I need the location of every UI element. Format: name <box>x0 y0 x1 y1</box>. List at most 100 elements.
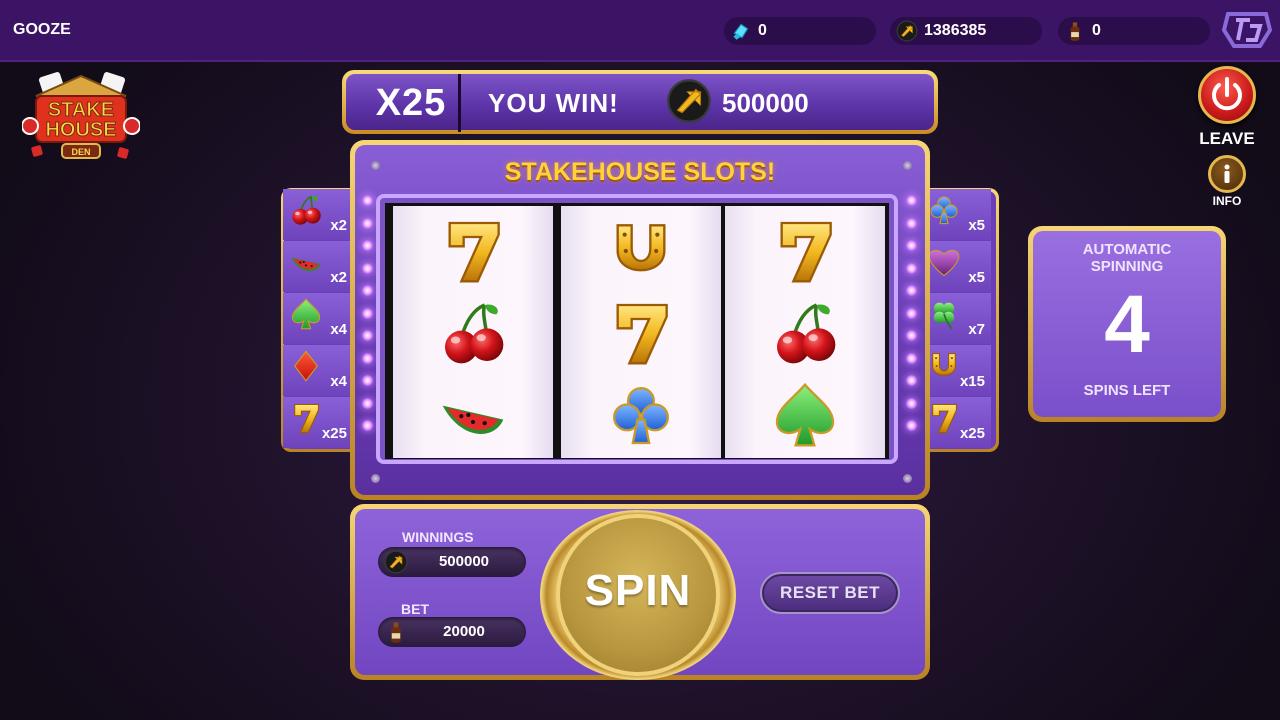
paytable-multiplier: x25 <box>959 425 985 442</box>
seven-icon <box>767 216 843 286</box>
light-bulb <box>906 217 917 229</box>
light-bulb <box>362 307 373 319</box>
paytable-row: x4 <box>283 293 353 344</box>
coin-icon <box>896 20 918 42</box>
diamond-icon <box>289 349 323 383</box>
paytable-row: x25 <box>283 397 353 448</box>
paytable-row: x7 <box>921 293 991 344</box>
coins-balance: 1386385 <box>890 17 1042 45</box>
cherry-icon <box>767 298 843 368</box>
spade-icon <box>767 380 843 450</box>
paytable-multiplier: x4 <box>330 373 347 390</box>
username: GOOZE <box>13 21 71 38</box>
gems-balance: 0 <box>724 17 876 45</box>
info-button[interactable] <box>1208 155 1246 193</box>
auto-title-line1: AUTOMATIC <box>1082 241 1172 258</box>
paytable-multiplier: x15 <box>959 373 985 390</box>
stakehouse-den-logo: STAKE HOUSE DEN <box>22 72 140 159</box>
cherry-icon <box>435 298 511 368</box>
light-bulb <box>906 420 917 431</box>
leave-button[interactable] <box>1198 66 1256 124</box>
club-icon <box>603 380 679 450</box>
seven-icon <box>435 216 511 286</box>
rivet <box>371 161 380 170</box>
light-bulb <box>906 352 917 364</box>
horseshoe-icon <box>927 349 961 383</box>
light-bulb <box>906 240 917 251</box>
paytable-row: x25 <box>921 397 991 448</box>
light-bulb <box>362 195 373 206</box>
slots-title: STAKEHOUSE SLOTS! <box>504 158 776 186</box>
light-bulb <box>362 375 373 386</box>
bet-value: 20000 <box>443 623 485 640</box>
paytable-row: x5 <box>921 241 991 292</box>
reel-3 <box>725 206 885 458</box>
heart-icon <box>927 245 961 279</box>
paytable-multiplier: x5 <box>968 269 985 286</box>
reset-bet-button[interactable]: RESET BET <box>760 572 900 614</box>
paytable-row: x2 <box>283 241 353 292</box>
light-bulb <box>362 397 373 409</box>
win-amount: 500000 <box>722 88 809 118</box>
info-icon <box>1224 164 1230 183</box>
leave-label[interactable]: LEAVE <box>1196 129 1258 149</box>
paytable-multiplier: x2 <box>330 217 347 234</box>
watermelon-icon <box>435 380 511 450</box>
paytable-left: x2 x2 x4 x4 x25 <box>281 188 361 452</box>
light-bulb <box>362 240 373 251</box>
light-bulb <box>906 397 917 409</box>
winnings-label: WINNINGS <box>402 529 474 545</box>
paytable-multiplier: x7 <box>968 321 985 338</box>
horseshoe-icon <box>603 216 679 286</box>
paytable-row: x2 <box>283 189 353 240</box>
light-bulb <box>906 307 917 319</box>
win-message: YOU WIN! <box>488 88 619 118</box>
info-label[interactable]: INFO <box>1204 194 1250 208</box>
spins-left-count: 4 <box>1104 279 1150 370</box>
rivet <box>903 161 912 170</box>
rivet <box>903 474 912 483</box>
gems-value: 0 <box>758 22 767 39</box>
power-icon <box>1212 77 1242 111</box>
coins-value: 1386385 <box>924 22 987 39</box>
winnings-value: 500000 <box>438 553 490 570</box>
bottles-value: 0 <box>1092 22 1101 39</box>
light-bulb <box>362 285 373 296</box>
svg-text:HOUSE: HOUSE <box>45 119 116 141</box>
win-multiplier: X25 <box>375 82 447 124</box>
paytable-row: x5 <box>921 189 991 240</box>
paytable-multiplier: x25 <box>321 425 347 442</box>
cherry-icon <box>289 193 323 227</box>
light-bulb <box>362 217 373 229</box>
light-bulb <box>362 330 373 341</box>
light-bulb <box>906 330 917 341</box>
spin-label[interactable]: SPIN <box>556 566 720 616</box>
paytable-multiplier: x5 <box>968 217 985 234</box>
coin-icon <box>666 78 712 124</box>
brand-logo-icon[interactable] <box>1220 8 1274 52</box>
seven-icon <box>603 298 679 368</box>
banner-divider <box>458 74 461 132</box>
bet-field: 20000 <box>378 617 526 647</box>
svg-text:DEN: DEN <box>71 147 90 157</box>
reel-2 <box>561 206 721 458</box>
bottles-balance: 0 <box>1058 17 1210 45</box>
paytable-row: x4 <box>283 345 353 396</box>
light-bulb <box>906 375 917 386</box>
seven-icon <box>927 401 961 435</box>
clover-icon <box>927 297 961 331</box>
light-bulb <box>362 262 373 274</box>
svg-text:STAKE: STAKE <box>48 99 114 121</box>
reel-1 <box>393 206 553 458</box>
paytable-row: x15 <box>921 345 991 396</box>
rivet <box>371 474 380 483</box>
paytable-multiplier: x2 <box>330 269 347 286</box>
paytable-right: x5 x5 x7 x15 x25 <box>919 188 999 452</box>
light-bulb <box>362 352 373 364</box>
gem-icon <box>730 20 752 42</box>
auto-title-line2: SPINNING <box>1090 258 1164 275</box>
spade-icon <box>289 297 323 331</box>
club-icon <box>927 193 961 227</box>
light-bulb <box>362 420 373 431</box>
light-bulb <box>906 285 917 296</box>
